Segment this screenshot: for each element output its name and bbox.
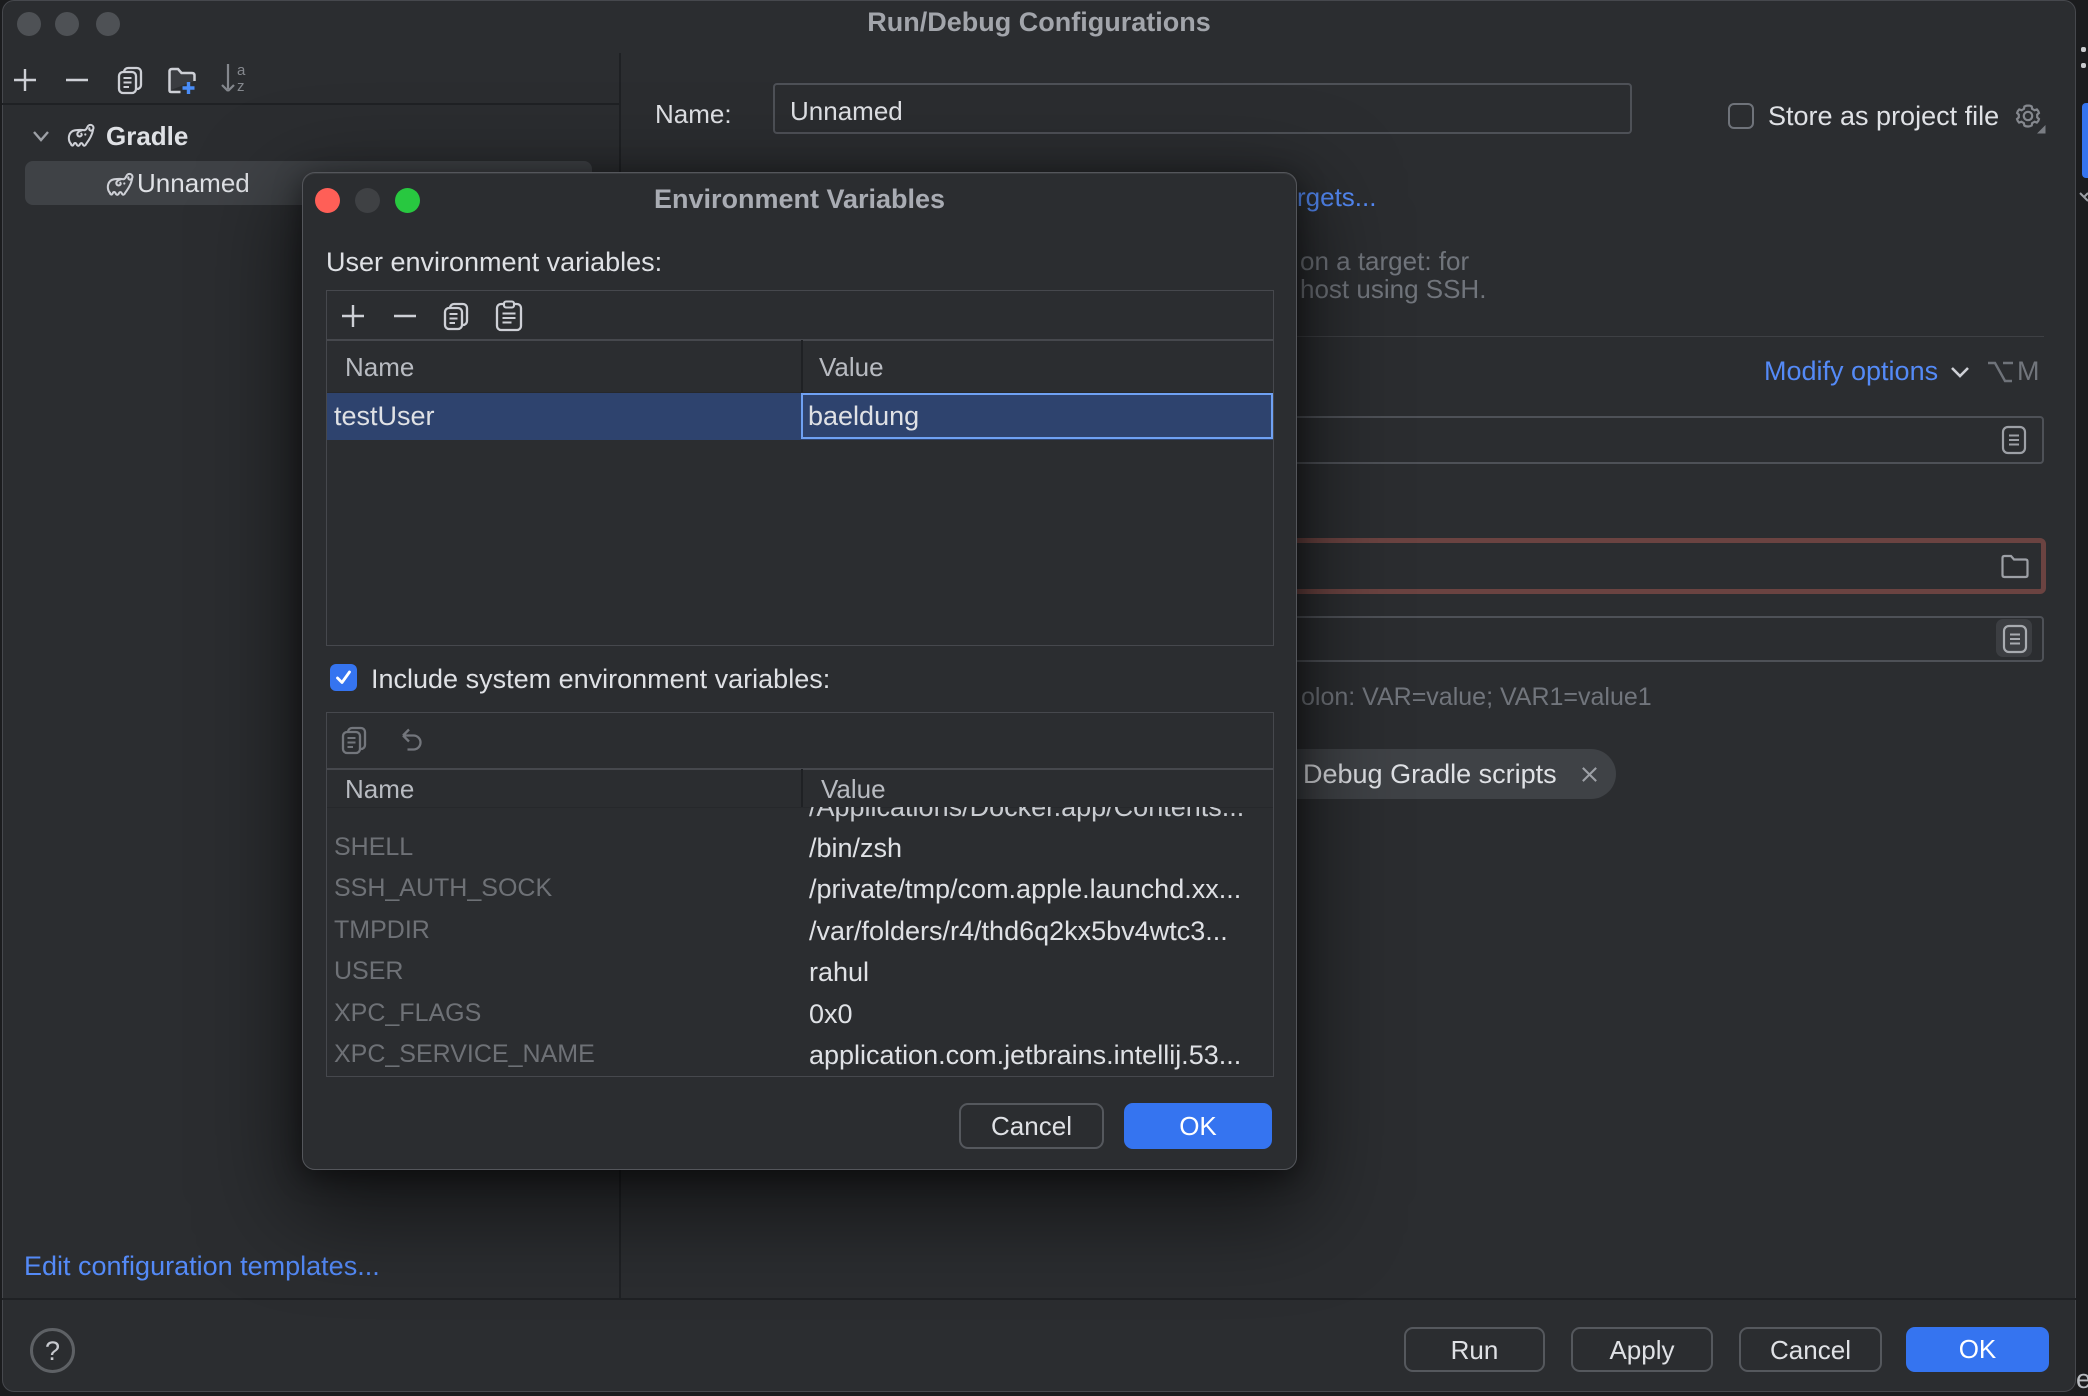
svg-text:z: z	[237, 78, 245, 95]
svg-text:a: a	[237, 62, 246, 79]
